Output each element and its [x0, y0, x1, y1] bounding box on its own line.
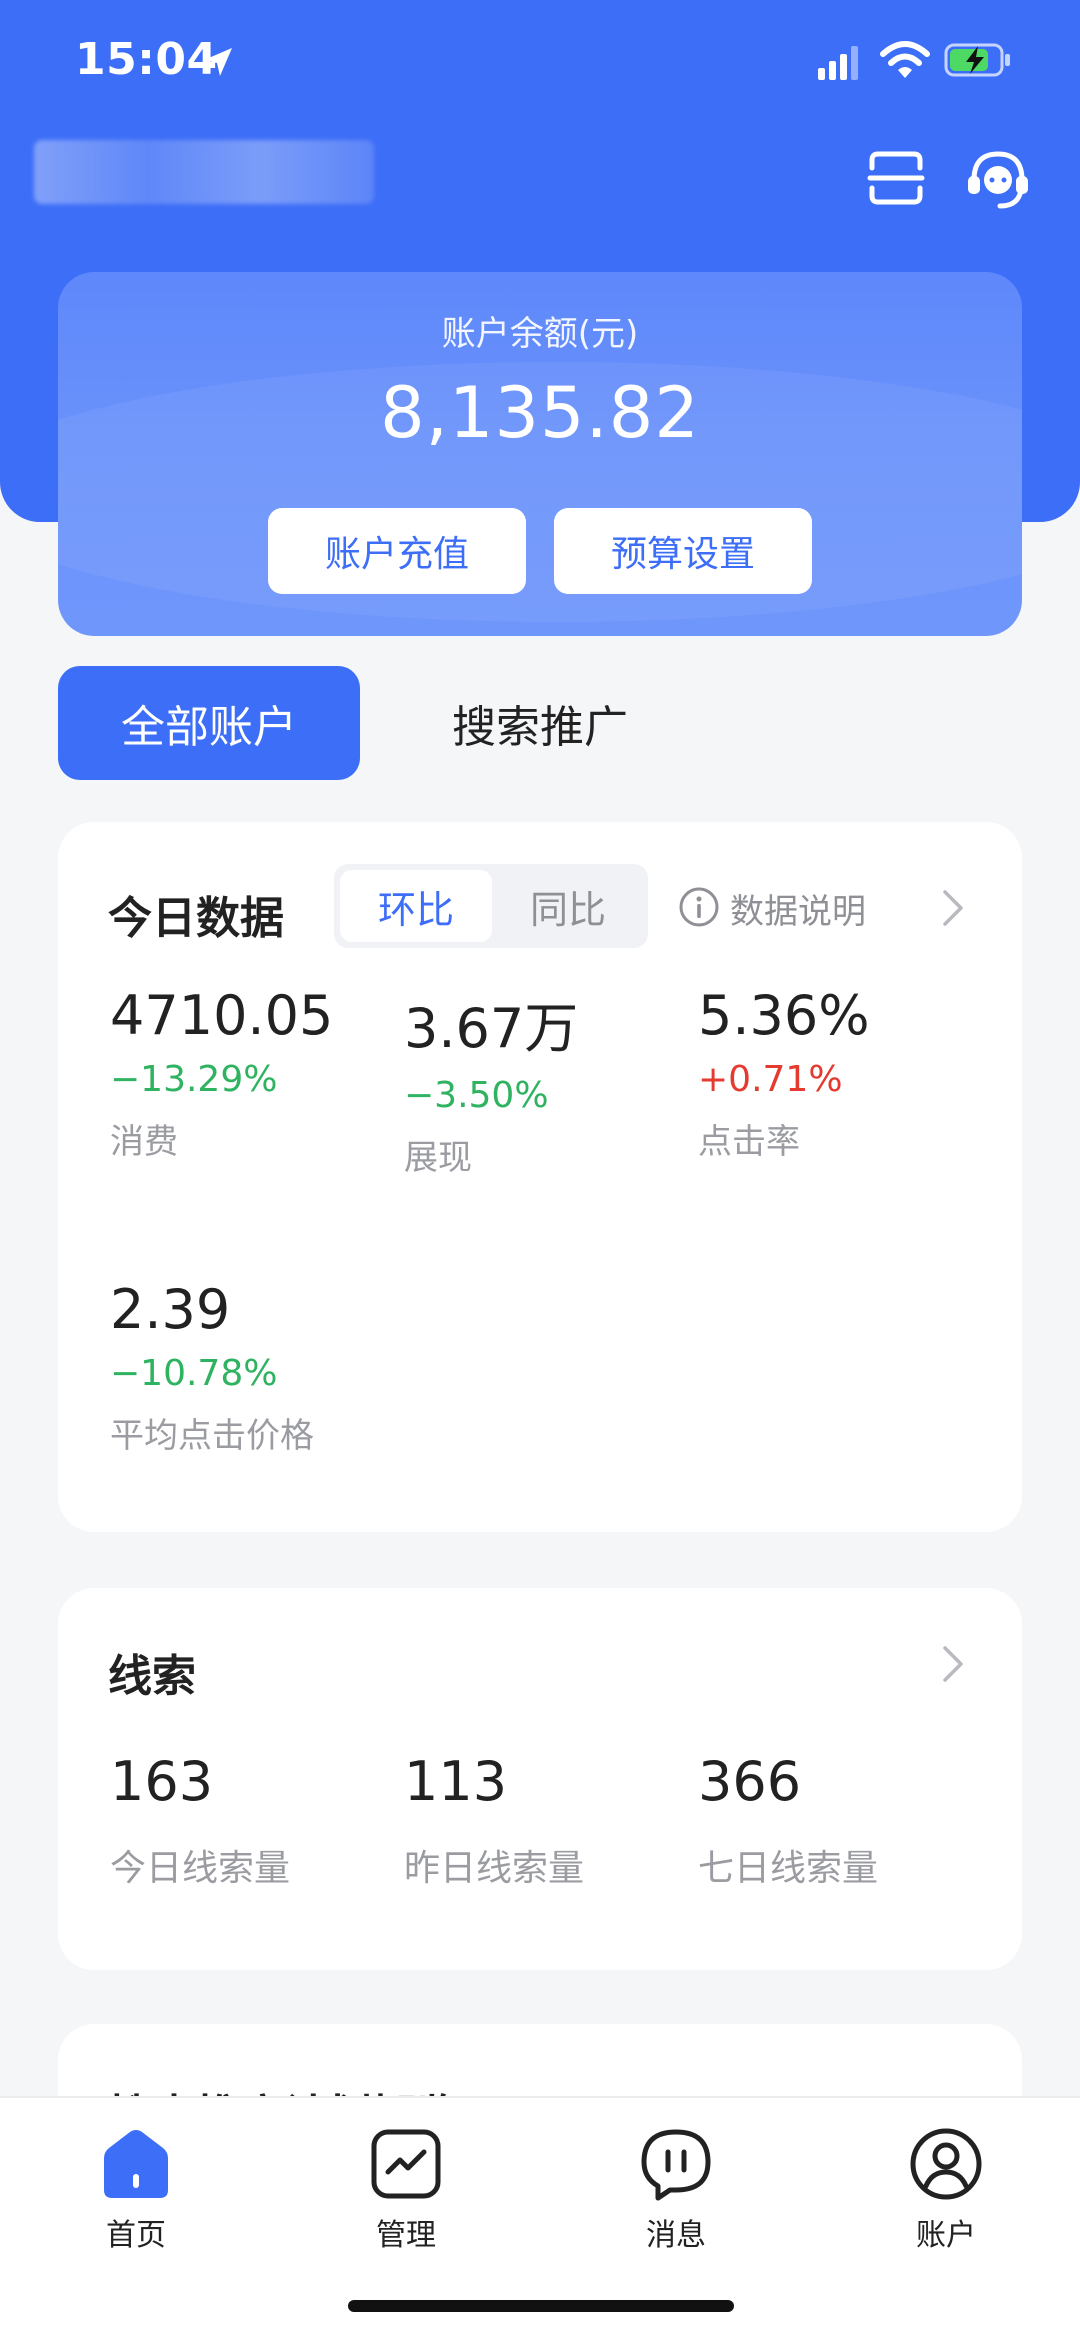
- comparison-toggle: 环比 同比: [334, 864, 648, 948]
- nav-home[interactable]: 首页: [36, 2114, 236, 2254]
- nav-account[interactable]: 账户: [846, 2114, 1046, 2254]
- account-name-blurred: [34, 140, 374, 204]
- metric-change: −13.29%: [110, 1059, 278, 1100]
- status-bar: 15:04: [0, 0, 1080, 120]
- budget-settings-button[interactable]: 预算设置: [554, 508, 812, 594]
- today-data-card: 今日数据 环比 同比 数据说明 4710.05 −13.29% 消费 3.67万…: [58, 822, 1022, 1532]
- scan-icon[interactable]: [866, 148, 926, 208]
- nav-label: 首页: [106, 2218, 166, 2253]
- recharge-button[interactable]: 账户充值: [268, 508, 526, 594]
- customer-service-icon[interactable]: [964, 148, 1032, 210]
- home-icon: [104, 2130, 168, 2198]
- user-profile-icon: [910, 2128, 982, 2200]
- nav-label: 管理: [376, 2218, 436, 2253]
- metric-change: −3.50%: [404, 1075, 549, 1116]
- status-time: 15:04: [75, 34, 218, 85]
- today-data-title: 今日数据: [108, 893, 284, 944]
- battery-charging-icon: [944, 43, 1010, 77]
- home-indicator[interactable]: [348, 2300, 734, 2312]
- leads-value: 366: [698, 1750, 802, 1813]
- balance-card: 账户余额(元) 8,135.82 账户充值 预算设置: [58, 272, 1022, 636]
- location-arrow-icon: [204, 48, 232, 76]
- leads-label: 昨日线索量: [404, 1848, 585, 1889]
- tab-search-promotion[interactable]: 搜索推广: [390, 666, 690, 780]
- metric-value: 4710.05: [110, 984, 334, 1047]
- chevron-right-icon[interactable]: [940, 888, 966, 928]
- leads-label: 七日线索量: [698, 1848, 879, 1889]
- metric-label: 展现: [404, 1138, 472, 1178]
- chart-trend-icon: [371, 2129, 441, 2199]
- leads-card[interactable]: 线索 163 今日线索量 113 昨日线索量 366 七日线索量: [58, 1588, 1022, 1970]
- segment-month-on-month[interactable]: 环比: [340, 870, 492, 942]
- leads-label: 今日线索量: [110, 1848, 291, 1889]
- nav-label: 消息: [646, 2218, 706, 2253]
- info-icon[interactable]: [678, 886, 720, 928]
- nav-manage[interactable]: 管理: [306, 2114, 506, 2254]
- metric-label: 点击率: [698, 1122, 800, 1162]
- nav-messages[interactable]: 消息: [576, 2114, 776, 2254]
- metric-value: 5.36%: [698, 984, 870, 1047]
- tab-all-accounts[interactable]: 全部账户: [58, 666, 360, 780]
- metric-impressions[interactable]: 3.67万 −3.50% 展现: [404, 984, 664, 1179]
- leads-today: 163 今日线索量: [110, 1750, 370, 1891]
- metric-value: 2.39: [110, 1278, 231, 1341]
- cellular-signal-icon: [818, 46, 858, 80]
- leads-value: 113: [404, 1750, 508, 1813]
- leads-seven-days: 366 七日线索量: [698, 1750, 958, 1891]
- metric-change: −10.78%: [110, 1353, 278, 1394]
- balance-value: 8,135.82: [380, 372, 700, 454]
- metric-avg-cpc[interactable]: 2.39 −10.78% 平均点击价格: [110, 1278, 370, 1457]
- segment-year-on-year[interactable]: 同比: [492, 870, 644, 942]
- data-explanation-link[interactable]: 数据说明: [730, 884, 866, 933]
- metric-change: +0.71%: [698, 1059, 843, 1100]
- metric-label: 消费: [110, 1122, 178, 1162]
- metric-label: 平均点击价格: [110, 1416, 314, 1456]
- leads-yesterday: 113 昨日线索量: [404, 1750, 664, 1891]
- metric-value: 3.67万: [404, 997, 579, 1060]
- message-bubble-icon: [641, 2129, 711, 2201]
- metric-spend[interactable]: 4710.05 −13.29% 消费: [110, 984, 370, 1163]
- chevron-right-icon[interactable]: [940, 1644, 966, 1684]
- balance-label: 账户余额(元): [441, 314, 639, 354]
- leads-title: 线索: [108, 1651, 196, 1702]
- wifi-icon: [880, 41, 930, 78]
- metric-ctr[interactable]: 5.36% +0.71% 点击率: [698, 984, 958, 1163]
- nav-label: 账户: [916, 2218, 976, 2253]
- leads-value: 163: [110, 1750, 214, 1813]
